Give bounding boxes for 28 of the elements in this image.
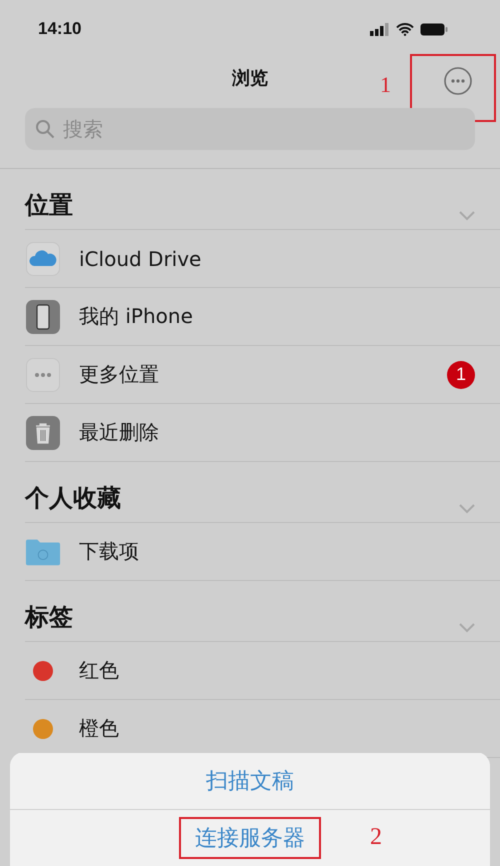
location-item[interactable]: 红色 [79, 657, 475, 684]
more-icon [26, 358, 60, 392]
trash-icon [26, 416, 60, 450]
battery-icon [420, 22, 448, 36]
section-title: 位置 [25, 190, 73, 221]
location-item[interactable]: 橙色 [79, 715, 475, 742]
location-item[interactable]: iCloud Drive [79, 246, 475, 270]
wifi-icon [396, 22, 414, 36]
nav-title: 浏览 [232, 67, 268, 90]
notification-badge: 1 [447, 360, 475, 388]
location-item[interactable]: 更多位置 [79, 361, 429, 388]
annotation-number: 2 [370, 824, 382, 851]
annotation-number: 1 [380, 72, 391, 98]
chevron-icon[interactable] [459, 504, 475, 514]
location-item[interactable]: 下载项 [79, 538, 475, 565]
search-field[interactable]: 搜索 [25, 108, 475, 150]
signal-icon [370, 22, 390, 36]
location-item[interactable]: 我的 iPhone [79, 303, 475, 330]
section-title: 个人收藏 [25, 483, 121, 514]
status-time: 14:10 [38, 19, 82, 39]
cloud-icon [26, 242, 60, 276]
location-item[interactable]: 最近删除 [79, 419, 475, 446]
chevron-icon[interactable] [459, 623, 475, 633]
chevron-icon[interactable] [459, 211, 475, 221]
more-button[interactable] [443, 66, 473, 96]
folder-icon [25, 536, 61, 566]
phone-icon [26, 300, 60, 334]
section-title: 标签 [25, 602, 73, 633]
